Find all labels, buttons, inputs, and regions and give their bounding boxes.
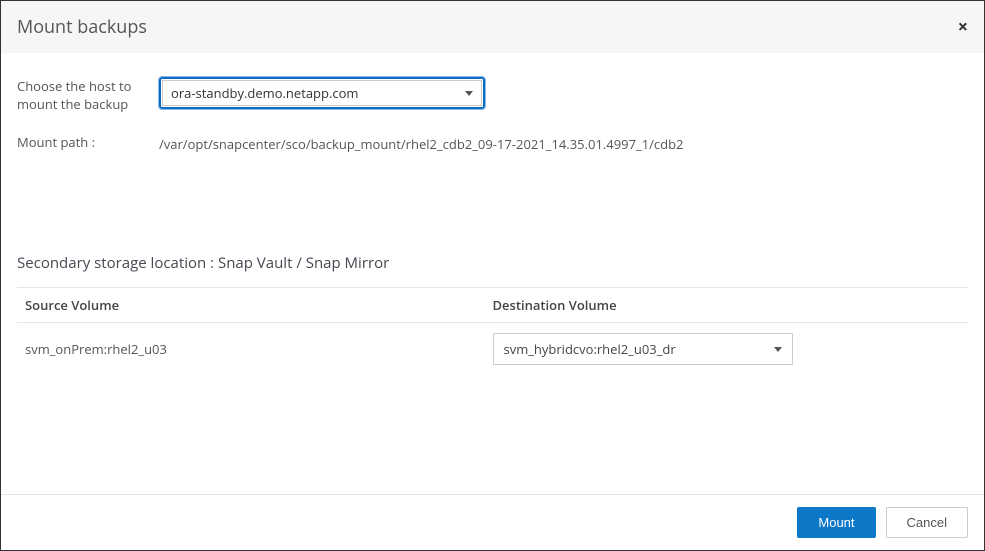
host-label: Choose the host to mount the backup — [17, 77, 159, 113]
mount-button[interactable]: Mount — [797, 507, 875, 538]
host-select[interactable]: ora-standby.demo.netapp.com — [159, 77, 485, 109]
source-volume-value: svm_onPrem:rhel2_u03 — [25, 340, 493, 358]
dialog-footer: Mount Cancel — [1, 494, 984, 550]
secondary-section-title: Secondary storage location : Snap Vault … — [17, 253, 968, 273]
cancel-button[interactable]: Cancel — [886, 507, 968, 538]
col-header-destination: Destination Volume — [493, 296, 961, 314]
table-header: Source Volume Destination Volume — [17, 288, 968, 322]
dialog-title: Mount backups — [17, 15, 147, 39]
col-header-source: Source Volume — [25, 296, 493, 314]
dialog-content: Choose the host to mount the backup ora-… — [1, 53, 984, 391]
destination-volume-select[interactable]: svm_hybridcvo:rhel2_u03_dr — [493, 333, 793, 365]
chevron-down-icon — [465, 91, 473, 96]
destination-volume-value: svm_hybridcvo:rhel2_u03_dr — [504, 340, 676, 358]
chevron-down-icon — [774, 347, 782, 352]
dialog-header: Mount backups × — [1, 1, 984, 53]
table-row: svm_onPrem:rhel2_u03 svm_hybridcvo:rhel2… — [17, 323, 968, 375]
mount-path-value: /var/opt/snapcenter/sco/backup_mount/rhe… — [159, 135, 968, 153]
host-select-value: ora-standby.demo.netapp.com — [171, 84, 358, 102]
close-icon[interactable]: × — [958, 18, 968, 36]
mount-path-label: Mount path : — [17, 135, 159, 153]
